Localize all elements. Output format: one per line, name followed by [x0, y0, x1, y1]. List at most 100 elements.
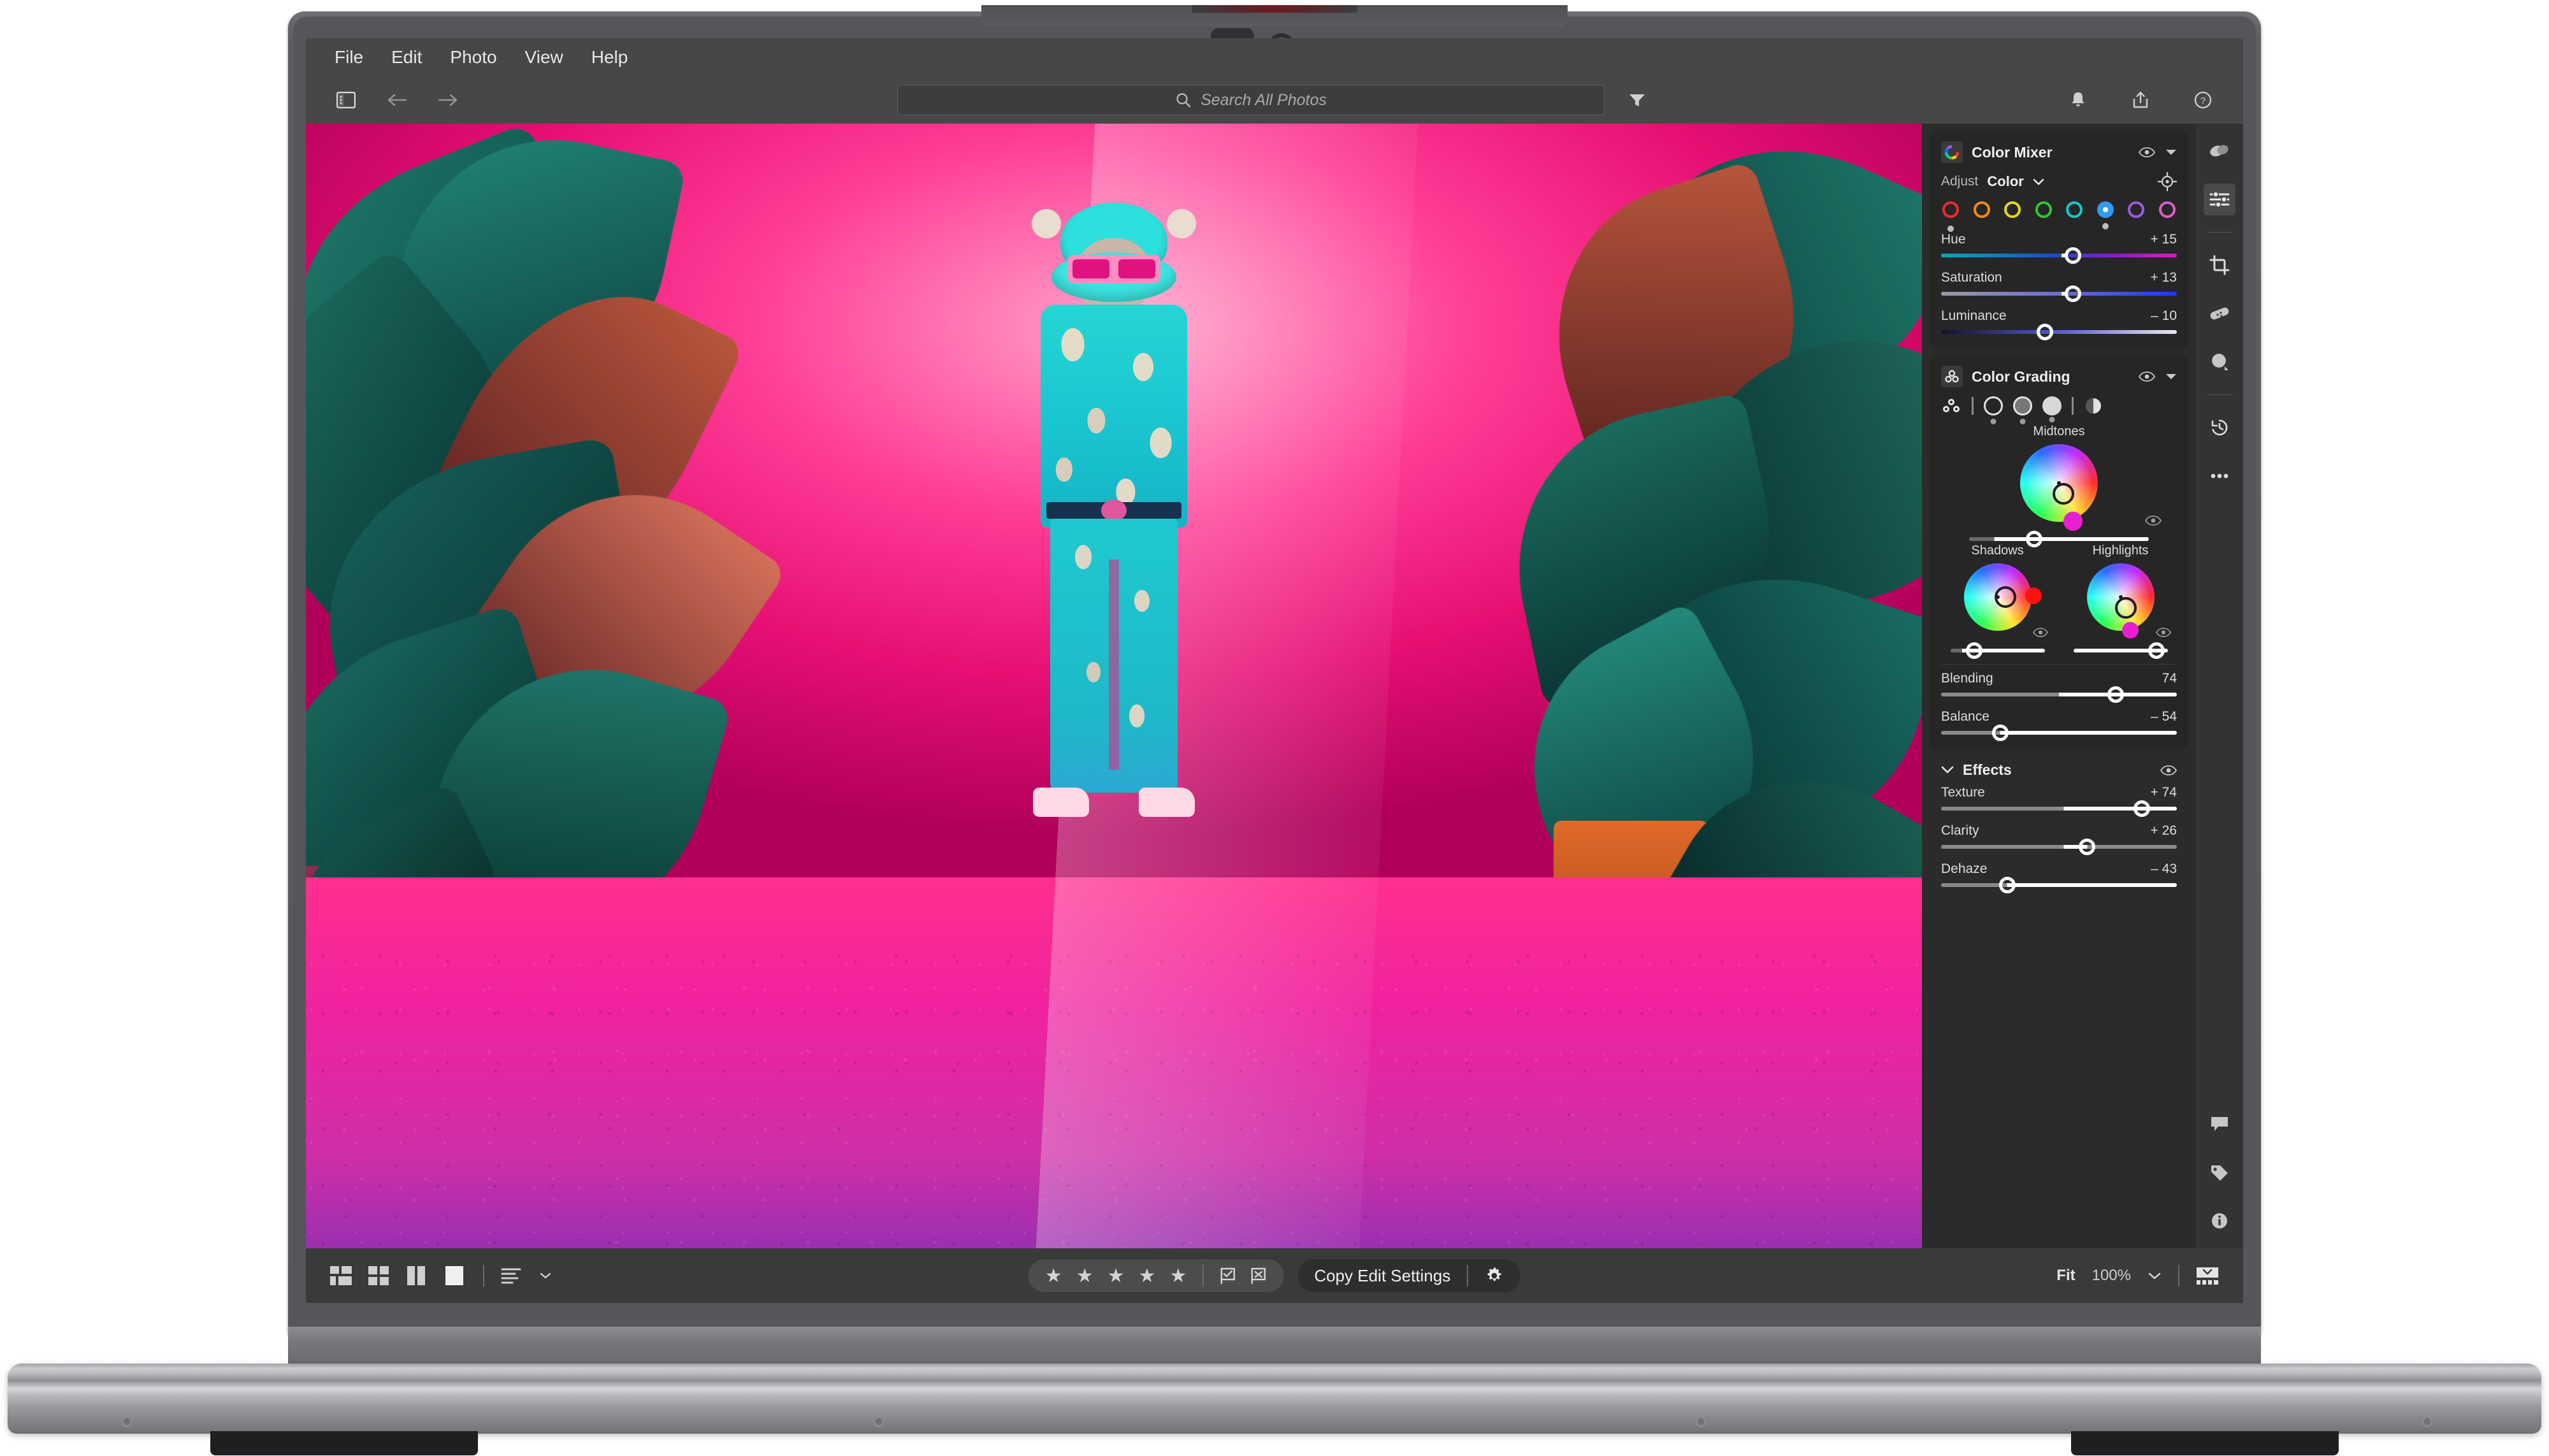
menu-item-edit[interactable]: Edit — [391, 47, 422, 68]
shadows-hue-handle[interactable] — [2025, 587, 2042, 604]
circle-contrast-icon[interactable] — [2084, 396, 2103, 415]
adjust-value[interactable]: Color — [1987, 173, 2023, 190]
slider-value: + 26 — [2150, 823, 2177, 838]
base-screw — [1695, 1416, 1707, 1427]
presets-icon[interactable] — [2204, 135, 2235, 167]
highlights-hue-handle[interactable] — [2121, 622, 2139, 638]
slider-texture[interactable]: Texture + 74 — [1941, 785, 2177, 817]
chevron-down-icon[interactable] — [2148, 1272, 2162, 1280]
top-toolbar: Search All Photos ? — [306, 76, 2243, 124]
three-circles-icon[interactable] — [1941, 397, 1961, 415]
target-adjust-icon[interactable] — [2158, 172, 2177, 191]
tab-divider — [1972, 397, 1974, 415]
copy-edit-settings-button[interactable]: Copy Edit Settings — [1314, 1266, 1467, 1286]
photo-canvas[interactable] — [306, 124, 1922, 1248]
share-icon[interactable] — [2126, 85, 2155, 115]
search-icon — [1176, 93, 1191, 108]
edit-sliders-icon[interactable] — [2204, 184, 2235, 215]
circle-half-fill-icon[interactable] — [2013, 396, 2032, 415]
midtones-color-wheel[interactable] — [2020, 444, 2098, 522]
compare-view-icon[interactable] — [407, 1266, 428, 1285]
slider-saturation[interactable]: Saturation + 13 — [1941, 270, 2177, 302]
help-circle-icon[interactable]: ? — [2188, 85, 2218, 115]
shadows-color-wheel[interactable] — [1963, 563, 2032, 631]
swatch-red[interactable] — [1942, 201, 1959, 232]
slider-clarity[interactable]: Clarity + 26 — [1941, 823, 2177, 855]
shadows-luminance-slider[interactable] — [1950, 642, 2045, 659]
zoom-fit-label[interactable]: Fit — [2056, 1267, 2075, 1285]
rating-and-flags: ★ ★ ★ ★ ★ — [1028, 1259, 1284, 1292]
circle-outline-icon[interactable] — [1984, 396, 2003, 415]
three-circles-icon[interactable] — [1941, 366, 1963, 387]
grid-view-icon[interactable] — [330, 1266, 352, 1285]
menu-item-photo[interactable]: Photo — [450, 47, 496, 68]
star-2[interactable]: ★ — [1076, 1265, 1094, 1287]
chevron-down-icon[interactable] — [2165, 373, 2177, 380]
eye-icon[interactable] — [2160, 765, 2177, 775]
filter-funnel-icon[interactable] — [1622, 85, 1652, 115]
base-screw — [2422, 1416, 2433, 1427]
filmstrip-toggle-icon[interactable] — [2196, 1266, 2219, 1285]
photo-editor-app: File Edit Photo View Help Search All Pho… — [306, 38, 2243, 1303]
chevron-down-icon[interactable] — [2033, 178, 2044, 185]
color-mixer-panel: Color Mixer Adjust Color Hue + 15 Satura… — [1930, 133, 2188, 348]
swatch-magenta[interactable] — [2158, 201, 2176, 218]
keywords-tag-icon[interactable] — [2204, 1157, 2235, 1188]
arrow-left-icon[interactable] — [382, 85, 412, 115]
chevron-down-icon[interactable] — [2165, 148, 2177, 156]
star-1[interactable]: ★ — [1045, 1265, 1062, 1287]
eye-icon[interactable] — [2139, 147, 2155, 157]
slider-blending[interactable]: Blending 74 — [1941, 671, 2177, 703]
eye-icon[interactable] — [2139, 371, 2155, 382]
flag-pick-icon[interactable] — [1218, 1267, 1236, 1285]
star-3[interactable]: ★ — [1108, 1265, 1125, 1287]
star-5[interactable]: ★ — [1169, 1265, 1187, 1287]
highlights-color-wheel[interactable] — [2086, 563, 2155, 631]
highlights-luminance-slider[interactable] — [2073, 642, 2168, 659]
more-options-icon[interactable] — [2204, 460, 2235, 492]
swatch-aqua[interactable] — [2066, 201, 2083, 218]
star-4[interactable]: ★ — [1139, 1265, 1156, 1287]
circle-filled-icon[interactable] — [2042, 396, 2062, 415]
eye-icon[interactable] — [2155, 628, 2171, 637]
crop-icon[interactable] — [2204, 249, 2235, 281]
left-panel-toggle-icon[interactable] — [331, 85, 361, 115]
star-rating[interactable]: ★ ★ ★ ★ ★ — [1045, 1265, 1202, 1287]
healing-brush-icon[interactable] — [2204, 298, 2235, 329]
history-icon[interactable] — [2204, 412, 2235, 443]
slider-luminance[interactable]: Luminance – 10 — [1941, 308, 2177, 340]
laptop-screen: File Edit Photo View Help Search All Pho… — [306, 38, 2243, 1303]
square-grid-view-icon[interactable] — [368, 1266, 390, 1285]
slider-balance[interactable]: Balance – 54 — [1941, 709, 2177, 741]
eye-icon[interactable] — [2145, 515, 2162, 526]
arrow-right-icon[interactable] — [433, 85, 463, 115]
color-wheel-icon[interactable] — [1941, 141, 1963, 163]
comments-icon[interactable] — [2204, 1108, 2235, 1140]
menu-item-view[interactable]: View — [525, 47, 563, 68]
swatch-orange[interactable] — [1973, 201, 1990, 218]
info-icon[interactable] — [2204, 1205, 2235, 1237]
eye-icon[interactable] — [2032, 628, 2048, 637]
swatch-green[interactable] — [2035, 201, 2052, 218]
sort-icon[interactable] — [501, 1267, 523, 1285]
adjust-row: Adjust Color — [1941, 172, 2177, 191]
swatch-yellow[interactable] — [2004, 201, 2021, 218]
chevron-down-icon[interactable] — [539, 1272, 552, 1279]
bell-icon[interactable] — [2063, 85, 2093, 115]
masking-icon[interactable] — [2204, 346, 2235, 378]
menu-item-file[interactable]: File — [335, 47, 363, 68]
swatch-purple[interactable] — [2128, 201, 2145, 218]
gear-icon[interactable] — [1468, 1266, 1520, 1285]
swatch-blue[interactable] — [2097, 201, 2114, 229]
menu-item-help[interactable]: Help — [591, 47, 628, 68]
detail-view-icon[interactable] — [445, 1266, 466, 1285]
midtones-luminance-slider[interactable] — [1941, 522, 2177, 547]
flag-reject-icon[interactable] — [1249, 1267, 1267, 1285]
slider-dehaze[interactable]: Dehaze – 43 — [1941, 861, 2177, 893]
slider-value: – 43 — [2151, 861, 2177, 876]
slider-value: 74 — [2162, 671, 2177, 686]
color-grading-header: Color Grading — [1941, 366, 2177, 387]
search-input[interactable]: Search All Photos — [897, 85, 1605, 115]
slider-hue[interactable]: Hue + 15 — [1941, 232, 2177, 264]
chevron-down-icon[interactable] — [1941, 766, 1954, 774]
